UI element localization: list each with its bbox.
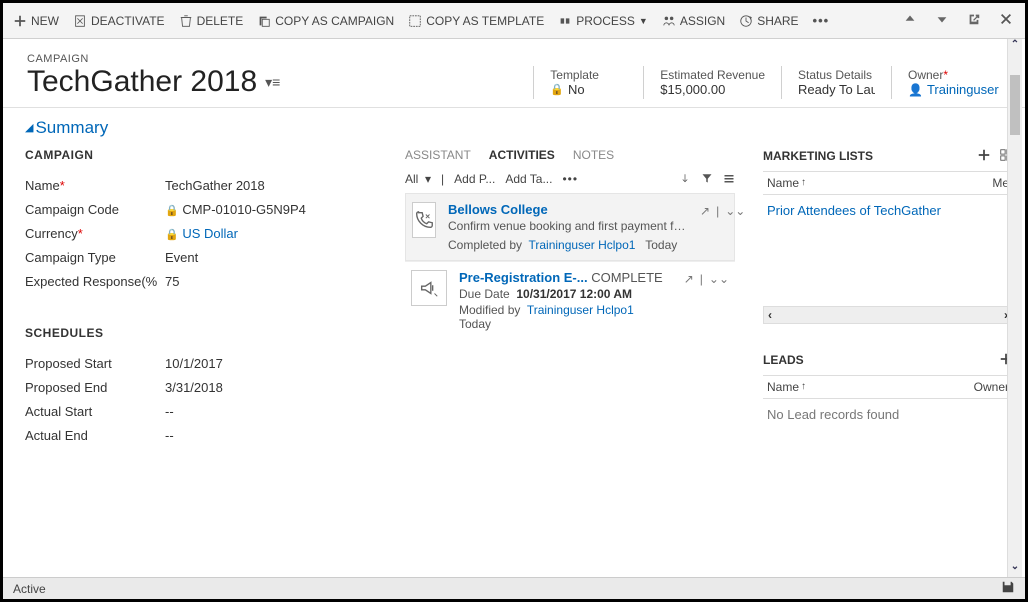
scroll-up-button[interactable] xyxy=(901,10,919,31)
record-title: TechGather 2018 ▾≡ xyxy=(27,65,280,99)
share-icon xyxy=(739,14,753,28)
overflow-button[interactable]: ••• xyxy=(813,13,830,28)
value-proposed-start[interactable]: 10/1/2017 xyxy=(165,356,223,371)
label-proposed-start: Proposed Start xyxy=(25,356,165,371)
activity-item[interactable]: Pre-Registration E-... COMPLETE Due Date… xyxy=(405,261,735,339)
tab-assistant[interactable]: ASSISTANT xyxy=(405,148,471,162)
popout-icon[interactable]: ↗ xyxy=(684,272,694,331)
activities-overflow[interactable]: ••• xyxy=(562,172,578,186)
value-code: 🔒 CMP-01010-G5N9P4 xyxy=(165,202,306,217)
add-marketing-list-button[interactable] xyxy=(977,148,991,165)
label-actual-start: Actual Start xyxy=(25,404,165,419)
section-marketing-lists: MARKETING LISTS xyxy=(763,149,969,163)
chevron-down-icon: ▼ xyxy=(639,16,648,26)
header-status: Status Details Ready To Launch xyxy=(781,66,891,99)
owner-link[interactable]: Traininguser xyxy=(927,82,999,97)
deactivate-icon xyxy=(73,14,87,28)
activities-filter-all[interactable]: All ▾ xyxy=(405,172,431,186)
share-button[interactable]: SHARE xyxy=(739,14,798,28)
label-code: Campaign Code xyxy=(25,202,165,217)
vertical-scrollbar[interactable]: ⌃ ⌄ xyxy=(1007,39,1022,577)
copy-as-campaign-button[interactable]: COPY AS CAMPAIGN xyxy=(257,14,394,28)
value-type[interactable]: Event xyxy=(165,250,198,265)
lock-icon: 🔒 xyxy=(165,229,179,241)
add-task[interactable]: Add Ta... xyxy=(505,172,552,186)
header-owner: Owner* 👤Traininguser xyxy=(891,66,1001,99)
command-bar: NEW DEACTIVATE DELETE COPY AS CAMPAIGN C… xyxy=(3,3,1025,39)
col-name[interactable]: Name ↑ xyxy=(767,176,992,190)
activity-item[interactable]: Bellows College Confirm venue booking an… xyxy=(405,193,735,261)
leads-col-owner[interactable]: Owner xyxy=(974,380,1009,394)
lock-icon: 🔒 xyxy=(165,205,179,217)
value-response[interactable]: 75 xyxy=(165,274,179,289)
tab-activities[interactable]: ACTIVITIES xyxy=(489,148,555,162)
process-button[interactable]: PROCESS ▼ xyxy=(558,14,648,28)
plus-icon xyxy=(13,14,27,28)
value-proposed-end[interactable]: 3/31/2018 xyxy=(165,380,223,395)
section-leads: LEADS xyxy=(763,353,991,367)
campaign-activity-icon xyxy=(411,270,447,306)
process-icon xyxy=(558,14,572,28)
label-actual-end: Actual End xyxy=(25,428,165,443)
sort-button[interactable] xyxy=(679,172,691,187)
expand-icon[interactable]: ⌄⌄ xyxy=(709,272,729,331)
label-proposed-end: Proposed End xyxy=(25,380,165,395)
popout-button[interactable] xyxy=(965,10,983,31)
scroll-down-icon[interactable]: ⌄ xyxy=(1008,561,1022,577)
activity-user-link[interactable]: Traininguser Hclpo1 xyxy=(527,303,634,317)
status-bar: Active xyxy=(3,577,1025,599)
activity-user-link[interactable]: Traininguser Hclpo1 xyxy=(529,238,636,252)
tab-strip: ◢Summary xyxy=(3,108,1025,138)
tab-summary[interactable]: ◢Summary xyxy=(25,118,108,138)
leads-col-name[interactable]: Name ↑ xyxy=(767,380,974,394)
scroll-down-button[interactable] xyxy=(933,10,951,31)
marketing-list-row[interactable]: Prior Attendees of TechGather xyxy=(763,195,1013,226)
header-template: Template 🔒No xyxy=(533,66,643,99)
leads-empty: No Lead records found xyxy=(763,399,1013,430)
label-name: Name* xyxy=(25,178,165,193)
activity-title[interactable]: Pre-Registration E-... COMPLETE xyxy=(459,270,672,285)
tab-notes[interactable]: NOTES xyxy=(573,148,614,162)
entity-label: CAMPAIGN xyxy=(27,53,280,65)
add-phone-call[interactable]: Add P... xyxy=(454,172,495,186)
phone-call-icon xyxy=(412,202,436,238)
new-button[interactable]: NEW xyxy=(13,14,59,28)
horizontal-scrollbar[interactable]: ‹ › xyxy=(763,306,1013,324)
activity-title[interactable]: Bellows College xyxy=(448,202,688,217)
record-header: CAMPAIGN TechGather 2018 ▾≡ Template 🔒No… xyxy=(3,39,1025,108)
section-campaign: CAMPAIGN xyxy=(25,148,385,170)
person-icon: 👤 xyxy=(908,83,923,97)
scroll-up-icon[interactable]: ⌃ xyxy=(1008,39,1022,55)
save-button[interactable] xyxy=(1001,580,1015,597)
value-actual-end[interactable]: -- xyxy=(165,428,174,443)
value-name[interactable]: TechGather 2018 xyxy=(165,178,265,193)
popout-icon[interactable]: ↗ xyxy=(700,204,710,252)
label-currency: Currency* xyxy=(25,226,165,241)
assign-button[interactable]: ASSIGN xyxy=(662,14,725,28)
delete-button[interactable]: DELETE xyxy=(179,14,244,28)
scroll-thumb[interactable] xyxy=(1010,75,1020,135)
label-type: Campaign Type xyxy=(25,250,165,265)
copy-as-template-button[interactable]: COPY AS TEMPLATE xyxy=(408,14,544,28)
template-icon xyxy=(408,14,422,28)
deactivate-button[interactable]: DEACTIVATE xyxy=(73,14,165,28)
title-dropdown-icon[interactable]: ▾≡ xyxy=(265,74,280,91)
value-actual-start[interactable]: -- xyxy=(165,404,174,419)
lock-icon: 🔒 xyxy=(550,83,564,96)
copy-icon xyxy=(257,14,271,28)
list-icon[interactable] xyxy=(723,172,735,187)
activity-desc: Confirm venue booking and first payment … xyxy=(448,219,688,233)
label-response: Expected Response(% xyxy=(25,274,165,289)
filter-icon[interactable] xyxy=(701,172,713,187)
section-schedules: SCHEDULES xyxy=(25,326,385,348)
scroll-left-icon[interactable]: ‹ xyxy=(768,308,772,322)
assign-icon xyxy=(662,14,676,28)
header-revenue: Estimated Revenue $15,000.00 xyxy=(643,66,781,99)
value-currency[interactable]: 🔒 US Dollar xyxy=(165,226,238,241)
record-status: Active xyxy=(13,582,46,596)
trash-icon xyxy=(179,14,193,28)
close-button[interactable] xyxy=(997,10,1015,31)
